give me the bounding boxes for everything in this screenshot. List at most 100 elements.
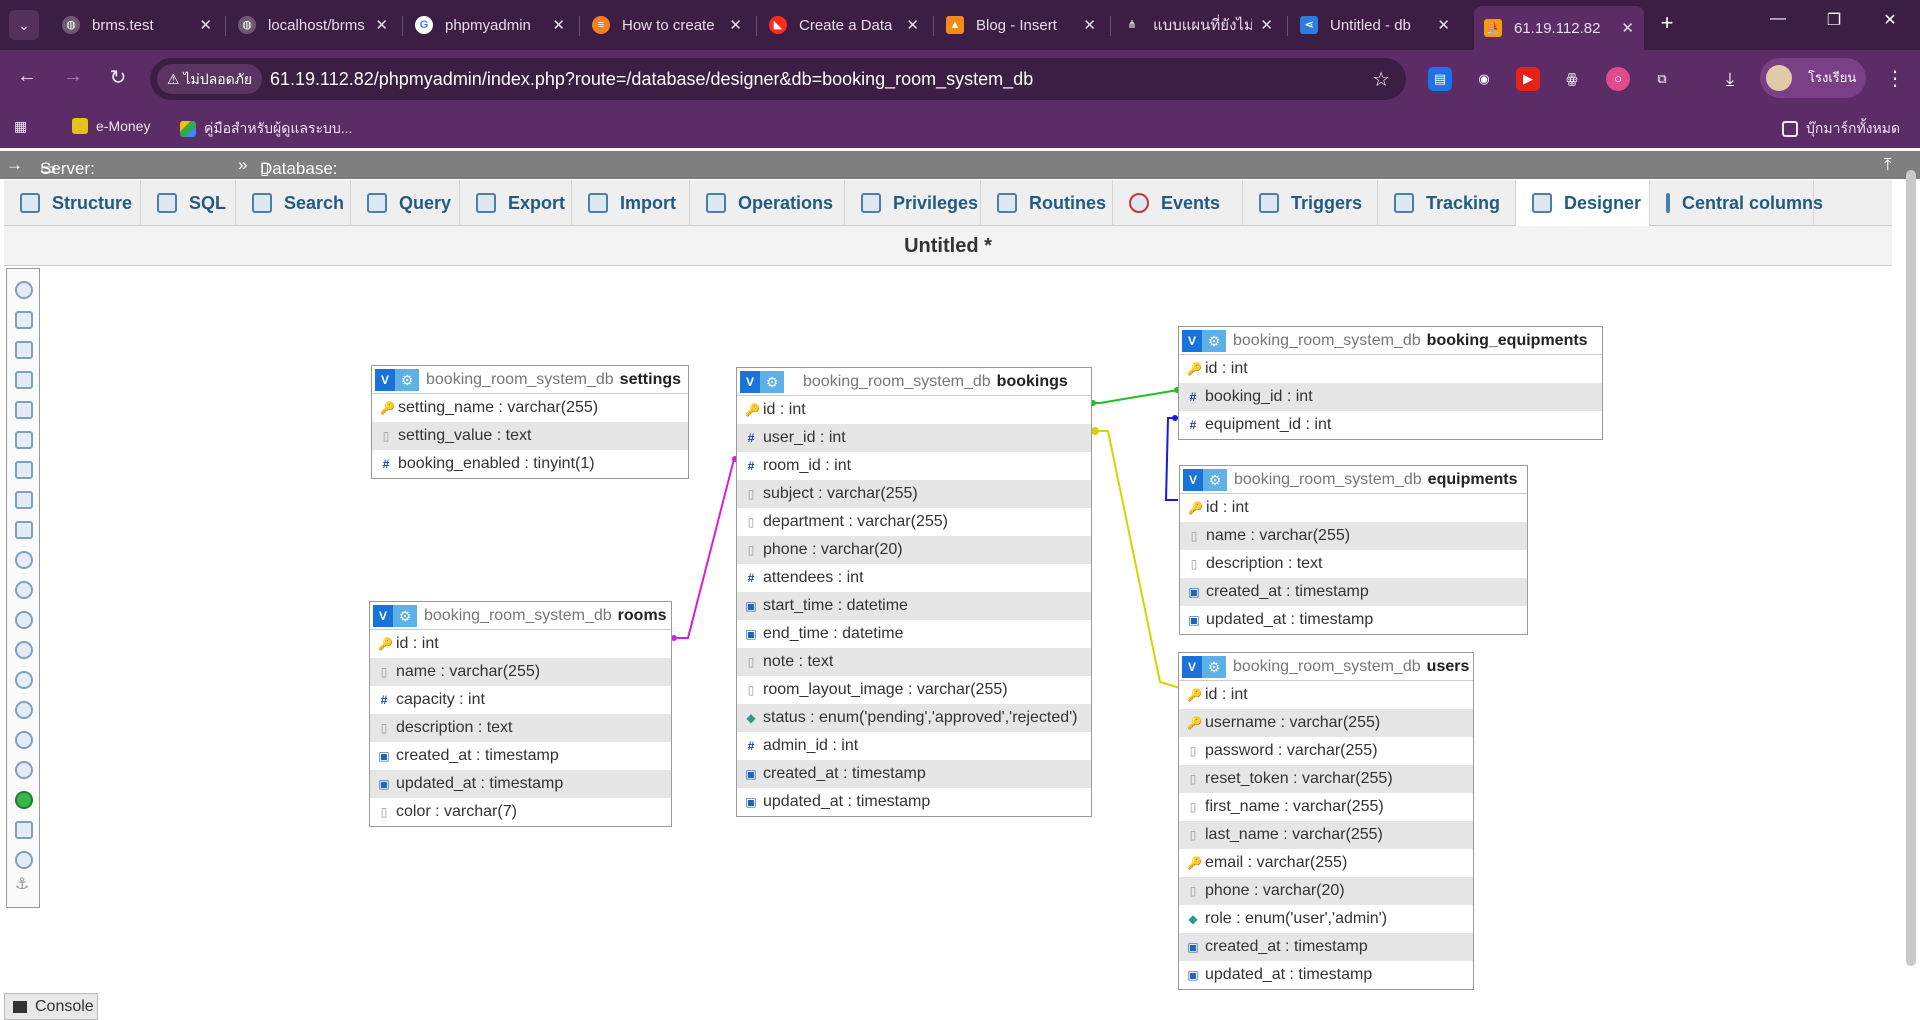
toggle-columns-icon[interactable]: V: [1182, 655, 1202, 678]
table-row[interactable]: # booking_id : int: [1179, 383, 1602, 411]
build-query-icon[interactable]: [15, 851, 33, 869]
table-row[interactable]: 🔑 id : int: [1179, 355, 1602, 383]
create-relationship-icon[interactable]: [15, 551, 33, 569]
table-row[interactable]: ▯ setting_value : text: [372, 422, 688, 450]
tab-import[interactable]: Import: [572, 180, 690, 226]
table-header[interactable]: V ⚙ booking_room_system_db equipments: [1180, 466, 1527, 494]
table-users[interactable]: V ⚙ booking_room_system_db users 🔑 id : i…: [1178, 652, 1474, 990]
tab-events[interactable]: Events: [1113, 180, 1243, 226]
table-equipments[interactable]: V ⚙ booking_room_system_db equipments 🔑 i…: [1179, 465, 1528, 635]
apps-icon[interactable]: ▦: [14, 118, 27, 135]
toggle-columns-icon[interactable]: V: [375, 368, 395, 391]
table-header[interactable]: V ⚙ booking_room_system_db settings: [372, 366, 688, 394]
save-page-as-icon[interactable]: [15, 461, 33, 479]
security-indicator[interactable]: ⚠ ไม่ปลอดภัย: [157, 64, 263, 94]
tab-phpmyadmin-search[interactable]: G phpmyadmin ✕: [405, 8, 575, 42]
table-row[interactable]: 🔑 setting_name : varchar(255): [372, 394, 688, 422]
new-tab-button[interactable]: +: [1652, 10, 1682, 36]
table-row[interactable]: 🔑 id : int: [1180, 494, 1527, 522]
table-options-icon[interactable]: ⚙: [1202, 329, 1226, 352]
fullscreen-icon[interactable]: [15, 311, 33, 329]
table-header[interactable]: V ⚙ booking_room_system_db rooms: [370, 602, 671, 630]
tab-operations[interactable]: Operations: [690, 180, 845, 226]
tab-create-a-data[interactable]: ◣ Create a Data ✕: [759, 8, 929, 42]
create-table-icon[interactable]: [15, 521, 33, 539]
table-booking-equipments[interactable]: V ⚙ booking_room_system_db booking_equip…: [1178, 326, 1603, 440]
tab-search-icon[interactable]: ⌄: [9, 10, 39, 40]
table-options-icon[interactable]: ⚙: [393, 604, 417, 627]
export-schema-icon[interactable]: [15, 821, 33, 839]
delete-page-icon[interactable]: [15, 491, 33, 509]
docs-extension-icon[interactable]: ▤: [1428, 67, 1452, 91]
table-rooms[interactable]: V ⚙ booking_room_system_db rooms 🔑 id : i…: [369, 601, 672, 827]
table-row[interactable]: ▯ password : varchar(255): [1179, 737, 1473, 765]
table-settings[interactable]: V ⚙ booking_room_system_db settings 🔑 set…: [371, 365, 689, 479]
tab-brms-test[interactable]: ◍ brms.test ✕: [52, 8, 222, 42]
all-bookmarks[interactable]: บุ๊กมาร์กทั้งหมด: [1782, 118, 1900, 140]
table-options-icon[interactable]: ⚙: [760, 370, 784, 393]
snap-to-grid-icon[interactable]: [15, 701, 33, 719]
tab-structure[interactable]: Structure: [4, 180, 141, 226]
tab-export[interactable]: Export: [460, 180, 572, 226]
table-row[interactable]: ▣ created_at : timestamp: [1179, 933, 1473, 961]
menu-icon[interactable]: ⋮: [1885, 66, 1905, 91]
table-row[interactable]: ▯ phone : varchar(20): [1179, 877, 1473, 905]
table-row[interactable]: ▣ created_at : timestamp: [737, 760, 1091, 788]
tab-phpmyadmin-active[interactable]: ⛵ 61.19.112.82 ✕: [1474, 6, 1644, 50]
tab-routines[interactable]: Routines: [981, 180, 1113, 226]
tab-privileges[interactable]: Privileges: [845, 180, 981, 226]
table-row[interactable]: ▯ reset_token : varchar(255): [1179, 765, 1473, 793]
table-row[interactable]: ▯ phone : varchar(20): [737, 536, 1091, 564]
tab-localhost[interactable]: ◍ localhost/brms ✕: [228, 8, 398, 42]
console-button[interactable]: Console: [4, 993, 98, 1020]
toggle-columns-icon[interactable]: V: [1182, 329, 1202, 352]
choose-display-column-icon[interactable]: [15, 581, 33, 599]
table-row[interactable]: ◆ status : enum('pending','approved','rej…: [737, 704, 1091, 732]
close-icon[interactable]: ✕: [375, 16, 388, 34]
bookmark-admin-guide[interactable]: คู่มือสำหรับผู้ดูแลระบบ...: [180, 118, 352, 140]
anchor-icon[interactable]: ⚓: [15, 877, 33, 895]
table-row[interactable]: ▯ name : varchar(255): [370, 658, 671, 686]
table-row[interactable]: ▣ updated_at : timestamp: [737, 788, 1091, 816]
close-icon[interactable]: ✕: [1437, 16, 1450, 34]
youtube-extension-icon[interactable]: ▶: [1516, 67, 1540, 91]
table-row[interactable]: ▣ start_time : datetime: [737, 592, 1091, 620]
url-text[interactable]: 61.19.112.82/phpmyadmin/index.php?route=…: [270, 69, 1033, 90]
table-row[interactable]: # admin_id : int: [737, 732, 1091, 760]
reload-button[interactable]: ↻: [103, 65, 133, 90]
toggle-columns-icon[interactable]: V: [740, 370, 760, 393]
profile-button[interactable]: โรงเรียน: [1760, 58, 1866, 98]
close-icon[interactable]: ✕: [906, 16, 919, 34]
table-options-icon[interactable]: ⚙: [1202, 655, 1226, 678]
close-icon[interactable]: ✕: [1083, 16, 1096, 34]
camera-extension-icon[interactable]: ◉: [1472, 67, 1496, 91]
table-options-icon[interactable]: ⚙: [395, 368, 419, 391]
table-row[interactable]: 🔑 id : int: [370, 630, 671, 658]
table-row[interactable]: ▣ created_at : timestamp: [370, 742, 671, 770]
new-page-icon[interactable]: [15, 371, 33, 389]
table-row[interactable]: 🔑 email : varchar(255): [1179, 849, 1473, 877]
table-row[interactable]: # equipment_id : int: [1179, 411, 1602, 439]
restore-button[interactable]: ❐: [1814, 10, 1854, 30]
owl-extension-icon[interactable]: ꙮ: [1560, 67, 1584, 91]
download-icon[interactable]: ⤓: [1718, 67, 1742, 91]
puzzle-extensions-icon[interactable]: ⧉: [1650, 67, 1674, 91]
table-row[interactable]: ▯ description : text: [370, 714, 671, 742]
tab-tracking[interactable]: Tracking: [1378, 180, 1516, 226]
add-tables-icon[interactable]: [15, 341, 33, 359]
toggle-columns-icon[interactable]: V: [1183, 468, 1203, 491]
close-icon[interactable]: ✕: [1621, 19, 1634, 37]
table-row[interactable]: ▯ name : varchar(255): [1180, 522, 1527, 550]
angular-links-icon[interactable]: [15, 671, 33, 689]
collapse-arrow-icon[interactable]: →: [6, 155, 23, 175]
close-icon[interactable]: ✕: [199, 16, 212, 34]
toggle-columns-icon[interactable]: V: [373, 604, 393, 627]
table-row[interactable]: ▯ room_layout_image : varchar(255): [737, 676, 1091, 704]
tab-blog-insert[interactable]: ▲ Blog - Insert ✕: [936, 8, 1106, 42]
reload-icon[interactable]: [15, 611, 33, 629]
tab-thai-diagram[interactable]: ⋔ แบบแผนที่ยังไม่ ✕: [1113, 8, 1283, 42]
table-row[interactable]: ▯ description : text: [1180, 550, 1527, 578]
close-icon[interactable]: ✕: [729, 16, 742, 34]
toggle-small-big-icon[interactable]: [15, 761, 33, 779]
table-header[interactable]: V ⚙ booking_room_system_db booking_equip…: [1179, 327, 1602, 355]
